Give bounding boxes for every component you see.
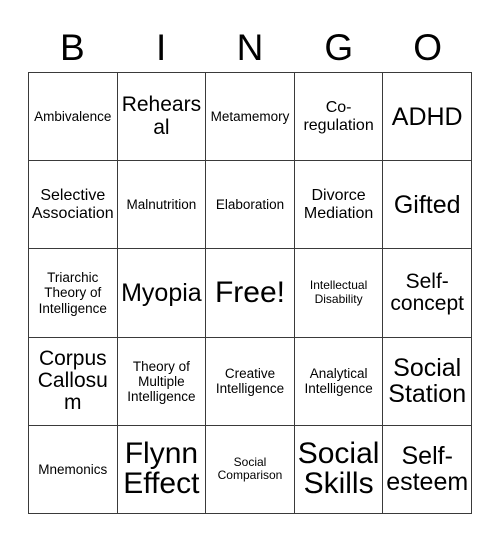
bingo-cell-label: Myopia [121,278,202,307]
bingo-cell-r5c4[interactable]: Social Skills [294,425,384,514]
bingo-cell-r4c5[interactable]: Social Station [383,337,472,426]
bingo-cell-r1c3[interactable]: Metamemory [206,73,295,162]
bingo-cell-r2c3[interactable]: Elaboration [206,161,295,250]
bingo-cell-label: Self-concept [390,269,464,315]
bingo-cell-r2c1[interactable]: Selective Association [29,161,118,250]
bingo-cell-r5c1[interactable]: Mnemonics [29,425,118,514]
bingo-card: B I N G O Ambivalence Rehearsal Metamemo… [0,0,500,544]
bingo-cell-label: Social Skills [297,436,380,501]
bingo-header-row: B I N G O [28,22,472,72]
bingo-header-letter-i: I [156,26,167,68]
bingo-free-space-label: Free! [214,275,285,309]
bingo-cell-r1c4[interactable]: Co-regulation [294,73,384,162]
bingo-cell-label: Intellectual Disability [309,278,368,306]
bingo-cell-label: ADHD [391,102,463,131]
bingo-cell-r2c2[interactable]: Malnutrition [117,161,207,250]
bingo-cell-r3c5[interactable]: Self-concept [383,249,472,338]
bingo-cell-label: Social Station [388,354,467,409]
bingo-cell-r2c5[interactable]: Gifted [383,161,472,250]
bingo-cell-label: Creative Intelligence [215,366,285,397]
bingo-cell-r4c3[interactable]: Creative Intelligence [206,337,295,426]
bingo-cell-label: Triarchic Theory of Intelligence [38,270,107,316]
bingo-cell-label: Divorce Mediation [303,187,374,222]
bingo-cell-label: Self-esteem [386,442,469,497]
bingo-cell-r2c4[interactable]: Divorce Mediation [294,161,384,250]
bingo-cell-r3c1[interactable]: Triarchic Theory of Intelligence [29,249,118,338]
bingo-cell-label: Corpus Callosum [37,346,108,415]
bingo-cell-label: Gifted [393,190,461,219]
bingo-cell-r1c5[interactable]: ADHD [383,73,472,162]
bingo-header-letter-b: B [60,26,85,68]
bingo-cell-label: Analytical Intelligence [304,366,373,397]
bingo-cell-r4c4[interactable]: Analytical Intelligence [294,337,384,426]
bingo-cell-label: Theory of Multiple Intelligence [127,358,196,404]
bingo-cell-r5c2[interactable]: Flynn Effect [117,425,207,514]
bingo-cell-free-space[interactable]: Free! [206,249,295,338]
bingo-cell-r3c4[interactable]: Intellectual Disability [294,249,384,338]
bingo-grid: Ambivalence Rehearsal Metamemory Co-regu… [28,72,472,514]
bingo-cell-r4c1[interactable]: Corpus Callosum [29,337,118,426]
bingo-cell-label: Mnemonics [38,461,108,477]
bingo-cell-r1c1[interactable]: Ambivalence [29,73,118,162]
bingo-cell-label: Elaboration [215,197,285,213]
bingo-header-letter-n: N [236,26,264,68]
bingo-cell-label: Social Comparison [217,454,283,483]
bingo-cell-label: Flynn Effect [123,436,200,501]
bingo-cell-label: Malnutrition [126,197,197,213]
bingo-cell-r4c2[interactable]: Theory of Multiple Intelligence [117,337,207,426]
bingo-cell-label: Ambivalence [34,109,112,125]
bingo-cell-label: Rehearsal [121,93,202,139]
bingo-cell-r5c5[interactable]: Self-esteem [383,425,472,514]
bingo-cell-label: Metamemory [210,109,290,125]
bingo-cell-r3c2[interactable]: Myopia [117,249,207,338]
bingo-cell-r1c2[interactable]: Rehearsal [117,73,207,162]
bingo-header-letter-o: O [413,26,442,68]
bingo-cell-label: Co-regulation [303,99,374,134]
bingo-cell-label: Selective Association [31,187,114,222]
bingo-cell-r5c3[interactable]: Social Comparison [206,425,295,514]
bingo-header-letter-g: G [324,26,354,68]
